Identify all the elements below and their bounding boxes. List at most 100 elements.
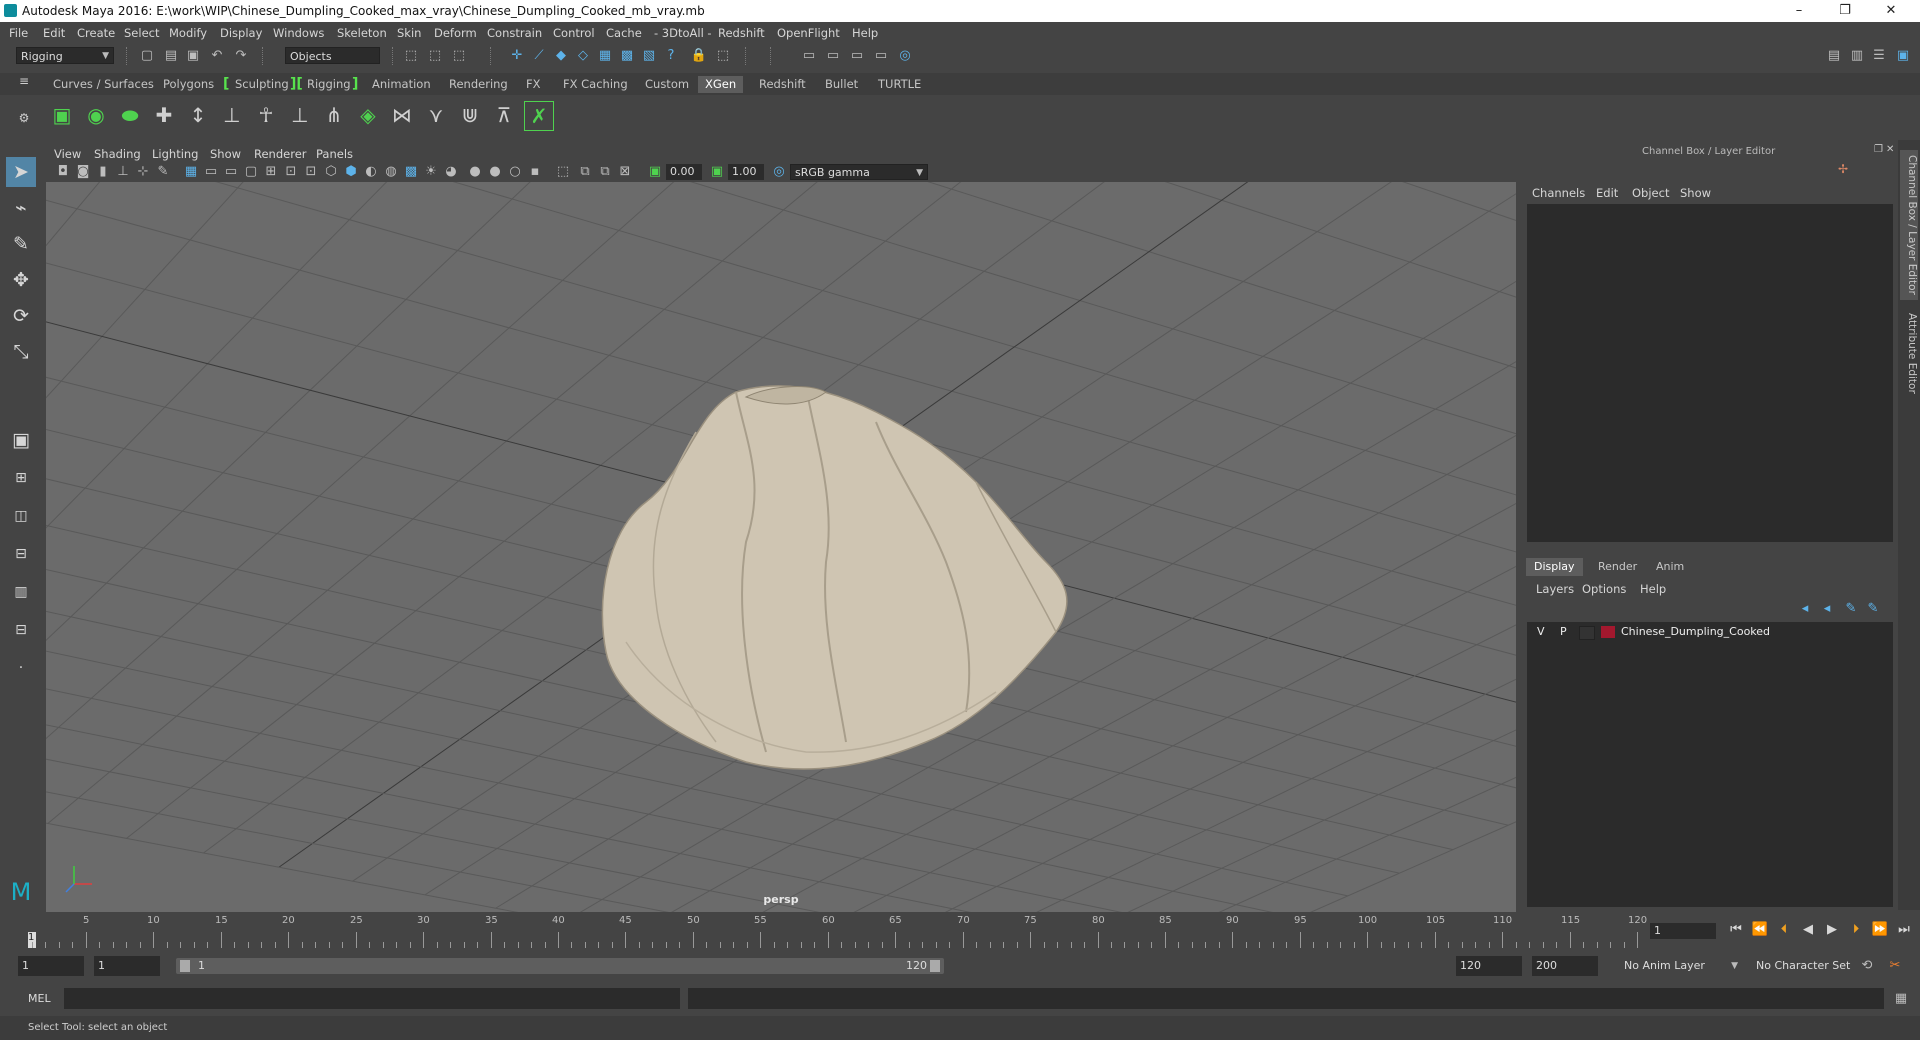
four-view-layout-icon[interactable]: ⊞ bbox=[6, 463, 36, 493]
2d-pan-zoom-icon[interactable]: ⊹ bbox=[134, 163, 152, 181]
object-menu[interactable]: Object bbox=[1632, 186, 1669, 200]
field-chart-icon[interactable]: ⊞ bbox=[262, 163, 280, 181]
color-management-icon[interactable]: ◎ bbox=[770, 163, 788, 181]
dumpling-mesh[interactable] bbox=[601, 385, 1068, 770]
range-end-handle[interactable] bbox=[930, 960, 940, 972]
shelf-tab-bullet[interactable]: Bullet bbox=[818, 76, 865, 93]
select-component-icon[interactable]: ⬚ bbox=[450, 47, 468, 65]
select-tool-icon[interactable]: ➤ bbox=[6, 157, 36, 187]
minimize-button[interactable]: – bbox=[1776, 0, 1822, 22]
command-input[interactable] bbox=[64, 988, 680, 1009]
tab-render[interactable]: Render bbox=[1590, 558, 1645, 576]
layer-row[interactable]: V P Chinese_Dumpling_Cooked bbox=[1527, 624, 1893, 640]
film-gate-icon[interactable]: ▭ bbox=[202, 163, 220, 181]
play-backwards-icon[interactable]: ◀ bbox=[1798, 922, 1818, 937]
tab-channel-box-layer-editor[interactable]: Channel Box / Layer Editor bbox=[1900, 150, 1918, 300]
clapboard-icon[interactable]: ▭ bbox=[824, 47, 842, 65]
layer-type-toggle[interactable] bbox=[1579, 626, 1595, 640]
open-scene-icon[interactable]: ▤ bbox=[162, 47, 180, 65]
tab-anim[interactable]: Anim bbox=[1648, 558, 1692, 576]
close-button[interactable]: ✕ bbox=[1868, 0, 1914, 22]
step-back-icon[interactable]: ⏪ bbox=[1750, 922, 1770, 937]
shelf-menu-icon[interactable]: ≡ bbox=[14, 71, 34, 91]
xgen-preview-icon[interactable]: ◉ bbox=[82, 101, 110, 129]
menu-create[interactable]: Create bbox=[77, 26, 115, 40]
float-panel-icon[interactable]: ❐ bbox=[1874, 144, 1883, 155]
menu-redshift[interactable]: Redshift bbox=[718, 26, 765, 40]
use-all-lights-icon[interactable]: ▩ bbox=[402, 163, 420, 181]
xgen-add-guide-icon[interactable]: ⊥ bbox=[218, 101, 246, 129]
shelf-options-icon[interactable]: ⚙ bbox=[14, 104, 34, 132]
hypershade-icon[interactable]: ◎ bbox=[896, 47, 914, 65]
shelf-tab-fx-caching[interactable]: FX Caching bbox=[556, 76, 635, 93]
selection-mode-dropdown[interactable]: Objects bbox=[285, 47, 380, 64]
ambient-occlusion-icon[interactable]: ◕ bbox=[442, 163, 460, 181]
shelf-tab-polygons[interactable]: Polygons bbox=[156, 76, 221, 93]
new-layer-icon[interactable]: ✎ bbox=[1842, 600, 1860, 618]
go-to-start-icon[interactable]: ⏮ bbox=[1726, 922, 1746, 937]
shelf-tab-rendering[interactable]: Rendering bbox=[442, 76, 515, 93]
menu-set-dropdown[interactable]: Rigging ▼ bbox=[16, 47, 114, 64]
save-scene-icon[interactable]: ▣ bbox=[184, 47, 202, 65]
shadows-icon[interactable]: ☀ bbox=[422, 163, 440, 181]
animation-start-field[interactable]: 1 bbox=[18, 956, 84, 976]
auto-key-icon[interactable]: ⟲ bbox=[1858, 957, 1876, 975]
menu-display[interactable]: Display bbox=[220, 26, 262, 40]
menu-openflight[interactable]: OpenFlight bbox=[777, 26, 840, 40]
xgen-attach-icon[interactable]: ⋈ bbox=[388, 101, 416, 129]
step-back-key-icon[interactable]: ⏴ bbox=[1774, 922, 1794, 937]
perspective-viewport[interactable]: persp bbox=[46, 182, 1516, 912]
help-menu[interactable]: Help bbox=[1640, 582, 1666, 596]
xgen-comb-icon[interactable]: ⋓ bbox=[456, 101, 484, 129]
playback-start-field[interactable]: 1 bbox=[94, 956, 160, 976]
tab-attribute-editor[interactable]: Attribute Editor bbox=[1900, 308, 1918, 398]
menu-3dtoall[interactable]: - 3DtoAll - bbox=[654, 26, 712, 40]
restore-button[interactable]: ❐ bbox=[1822, 0, 1868, 22]
shelf-tab-xgen[interactable]: XGen bbox=[698, 76, 744, 93]
xgen-place-guide-icon[interactable]: ✚ bbox=[150, 101, 178, 129]
move-layer-down-icon[interactable]: ◂ bbox=[1818, 600, 1836, 618]
xgen-create-icon[interactable]: ⬬ bbox=[116, 101, 144, 129]
xgen-sculpt-guide-icon[interactable]: ☥ bbox=[252, 101, 280, 129]
safe-title-icon[interactable]: ⊡ bbox=[302, 163, 320, 181]
xgen-move-guide-icon[interactable]: ↕ bbox=[184, 101, 212, 129]
select-hierarchy-icon[interactable]: ⬚ bbox=[402, 47, 420, 65]
snap-curve-icon[interactable]: ⟋ bbox=[530, 47, 548, 65]
anim-layer-dropdown[interactable]: No Anim Layer ▼ bbox=[1620, 956, 1742, 976]
scale-tool-icon[interactable]: ⤡ bbox=[6, 337, 36, 367]
time-slider-track[interactable]: 1 5 10 15 20 25 30 35 40 45 50 55 60 65 70 75 80 85 90 95 1… bbox=[28, 914, 1647, 948]
menu-edit[interactable]: Edit bbox=[43, 26, 65, 40]
animation-preferences-icon[interactable]: ✂ bbox=[1886, 957, 1904, 975]
bookmark-icon[interactable]: ▮ bbox=[94, 163, 112, 181]
menu-constrain[interactable]: Constrain bbox=[487, 26, 542, 40]
layer-color-swatch[interactable] bbox=[1601, 626, 1615, 638]
menu-control[interactable]: Control bbox=[553, 26, 595, 40]
mel-label[interactable]: MEL bbox=[28, 992, 51, 1005]
exposure-field[interactable]: 0.00 bbox=[666, 164, 702, 180]
show-menu[interactable]: Show bbox=[1680, 186, 1711, 200]
grid-toggle-icon[interactable]: ▦ bbox=[182, 163, 200, 181]
layer-playback-toggle[interactable]: P bbox=[1560, 625, 1567, 638]
range-slider[interactable]: 1 120 bbox=[176, 958, 944, 974]
wireframe-on-shaded-icon[interactable]: ◐ bbox=[362, 163, 380, 181]
menu-skeleton[interactable]: Skeleton bbox=[337, 26, 387, 40]
lock-icon[interactable]: 🔒 bbox=[690, 47, 708, 65]
snap-vertex-icon[interactable]: ▧ bbox=[640, 47, 658, 65]
menu-help[interactable]: Help bbox=[852, 26, 878, 40]
menu-cache[interactable]: Cache bbox=[606, 26, 642, 40]
hypershade-layout-icon[interactable]: ⊟ bbox=[6, 615, 36, 645]
snap-live-icon[interactable]: ▩ bbox=[618, 47, 636, 65]
workspace-icon[interactable]: ▤ bbox=[1825, 47, 1843, 65]
viewport-menu-lighting[interactable]: Lighting bbox=[152, 147, 198, 161]
xgen-layers-icon[interactable]: ◈ bbox=[354, 101, 382, 129]
animation-end-field[interactable]: 200 bbox=[1532, 956, 1598, 976]
side-by-side-layout-icon[interactable]: ◫ bbox=[6, 501, 36, 531]
channel-box-toggle-icon[interactable]: ▣ bbox=[1894, 47, 1912, 65]
viewport-menu-panels[interactable]: Panels bbox=[316, 147, 353, 161]
undo-icon[interactable]: ↶ bbox=[208, 47, 226, 65]
paint-select-tool-icon[interactable]: ✎ bbox=[6, 229, 36, 259]
gamma-icon[interactable]: ▣ bbox=[708, 163, 726, 181]
persp-graph-layout-icon[interactable]: ⊟ bbox=[6, 539, 36, 569]
layers-menu[interactable]: Layers bbox=[1536, 582, 1574, 596]
viewport-menu-renderer[interactable]: Renderer bbox=[254, 147, 307, 161]
